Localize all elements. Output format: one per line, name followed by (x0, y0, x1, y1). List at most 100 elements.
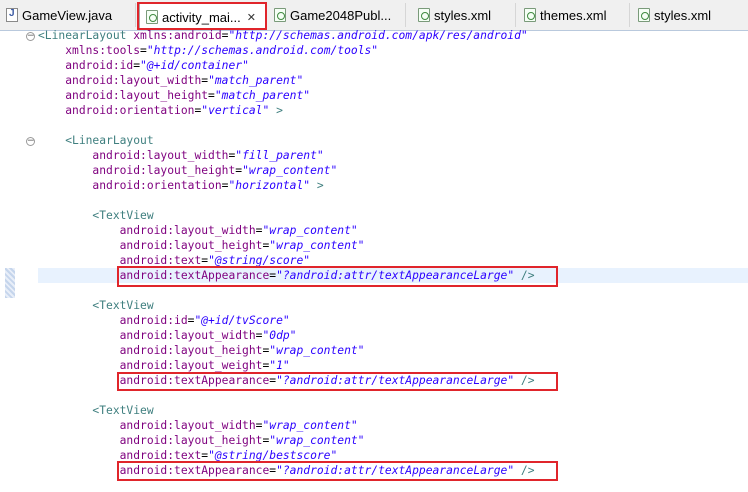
tab-themes-xml[interactable]: themes.xml (518, 3, 630, 27)
tab-game2048publ[interactable]: Game2048Publ... (268, 3, 406, 27)
code-token: <TextView (92, 209, 154, 222)
code-token: "?android:attr/textAppearanceLarge" (276, 374, 515, 387)
code-token: <TextView (92, 404, 154, 417)
code-line: android:layout_height="wrap_content" (38, 343, 535, 358)
code-token: android:id (119, 314, 188, 327)
tab-activity-main[interactable]: activity_mai... ✕ (139, 3, 266, 30)
tab-gameview-java[interactable]: GameView.java (0, 3, 136, 27)
code-editor[interactable]: <LinearLayout xmlns:android="http://sche… (38, 28, 535, 478)
code-token: "@string/score" (208, 254, 311, 267)
code-token: <LinearLayout (38, 29, 134, 42)
code-line: android:layout_width="wrap_content" (38, 223, 535, 238)
tab-label: activity_mai... (162, 9, 241, 25)
code-line: android:layout_width="match_parent" (38, 73, 535, 88)
code-line: xmlns:tools="http://schemas.android.com/… (38, 43, 535, 58)
close-icon[interactable]: ✕ (247, 11, 256, 24)
change-marker (5, 268, 15, 298)
code-token: <TextView (92, 299, 154, 312)
code-token: /> (514, 269, 535, 282)
code-token: "horizontal" (228, 179, 311, 192)
tab-label: GameView.java (22, 7, 113, 23)
tab-label: Game2048Publ... (290, 7, 392, 23)
tab-styles-xml-2[interactable]: styles.xml (632, 3, 748, 27)
code-token: android:layout_width (119, 419, 256, 432)
code-line: android:layout_width="0dp" (38, 328, 535, 343)
java-file-icon (6, 8, 18, 22)
code-token: <LinearLayout (65, 134, 154, 147)
code-token: xmlns:android (133, 29, 222, 42)
code-token: android:textAppearance (119, 269, 270, 282)
tab-styles-xml[interactable]: styles.xml (412, 3, 516, 27)
xml-file-icon (418, 8, 430, 22)
code-token: "wrap_content" (269, 239, 365, 252)
code-token: android:text (119, 254, 202, 267)
code-line: <TextView (38, 208, 535, 223)
code-token: "?android:attr/textAppearanceLarge" (276, 464, 515, 477)
code-line: android:text="@string/score" (38, 253, 535, 268)
code-token: "1" (269, 359, 290, 372)
code-line: <TextView (38, 403, 535, 418)
xml-file-icon (146, 10, 158, 24)
fold-toggle-icon[interactable]: − (26, 137, 35, 146)
code-token: = (140, 44, 147, 57)
code-token: android:layout_height (92, 164, 236, 177)
editor-gutter (0, 31, 18, 492)
code-token: android:id (65, 59, 134, 72)
xml-file-icon (638, 8, 650, 22)
code-line: <LinearLayout xmlns:android="http://sche… (38, 28, 535, 43)
code-token: = (208, 89, 215, 102)
code-line: <TextView (38, 298, 535, 313)
code-line: android:id="@+id/container" (38, 58, 535, 73)
xml-file-icon (274, 8, 286, 22)
code-token: "@+id/tvScore" (194, 314, 290, 327)
code-token: android:textAppearance (119, 374, 270, 387)
code-line: android:textAppearance="?android:attr/te… (38, 268, 535, 283)
code-line: android:orientation="vertical" > (38, 103, 535, 118)
code-token: android:orientation (65, 104, 195, 117)
code-token: "wrap_content" (242, 164, 338, 177)
code-token: /> (514, 374, 535, 387)
code-line: android:textAppearance="?android:attr/te… (38, 373, 535, 388)
code-line: <LinearLayout (38, 133, 535, 148)
tab-label: themes.xml (540, 7, 607, 23)
code-token: android:orientation (92, 179, 222, 192)
code-line: android:layout_height="wrap_content" (38, 433, 535, 448)
code-token: "match_parent" (214, 89, 311, 102)
fold-toggle-icon[interactable]: − (26, 32, 35, 41)
code-token: "@string/bestscore" (208, 449, 338, 462)
code-token: "fill_parent" (235, 149, 324, 162)
code-line: android:textAppearance="?android:attr/te… (38, 463, 535, 478)
code-token: "wrap_content" (269, 434, 365, 447)
code-token: android:textAppearance (119, 464, 270, 477)
code-token: android:layout_width (92, 149, 229, 162)
code-token: "match_parent" (208, 74, 304, 87)
code-token: android:layout_width (65, 74, 202, 87)
code-token: > (269, 104, 283, 117)
code-token: android:layout_width (119, 224, 256, 237)
code-token: /> (514, 464, 535, 477)
code-token: android:layout_height (65, 89, 209, 102)
xml-file-icon (524, 8, 536, 22)
code-token: "?android:attr/textAppearanceLarge" (276, 269, 515, 282)
code-token: android:text (119, 449, 202, 462)
